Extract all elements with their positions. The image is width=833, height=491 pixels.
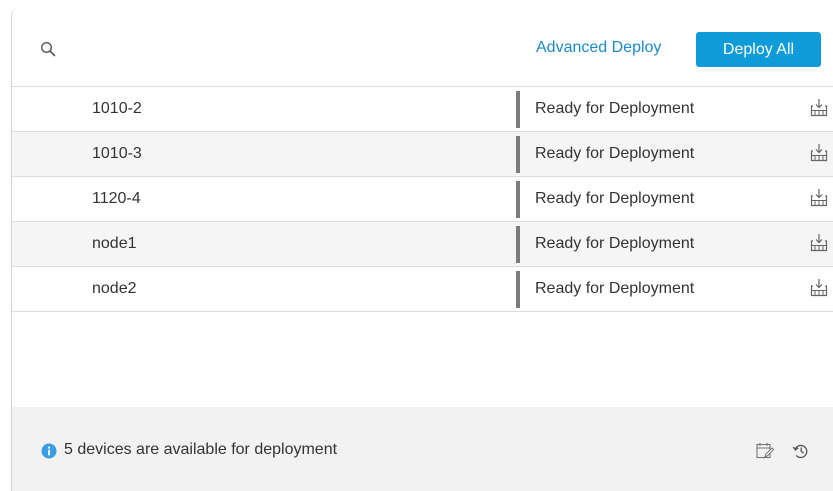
device-name: node2	[92, 280, 137, 297]
table-row[interactable]: 1010-2 Ready for Deployment	[12, 87, 833, 132]
table-row[interactable]: 1010-3 Ready for Deployment	[12, 132, 833, 177]
device-name: 1010-3	[92, 145, 142, 162]
device-name: 1120-4	[92, 190, 141, 207]
deploy-icon[interactable]	[809, 188, 829, 208]
status-divider	[516, 226, 520, 263]
status-divider	[516, 181, 520, 218]
history-icon[interactable]	[792, 442, 810, 460]
deploy-icon[interactable]	[809, 278, 829, 298]
info-icon	[41, 443, 57, 459]
status-footer: 5 devices are available for deployment	[12, 407, 833, 491]
device-table: 1010-2 Ready for Deployment 1010-3 Ready…	[12, 86, 833, 312]
status-divider	[516, 91, 520, 128]
deployment-status: Ready for Deployment	[535, 100, 695, 117]
status-divider	[516, 271, 520, 308]
deployment-status: Ready for Deployment	[535, 280, 695, 297]
deployment-status: Ready for Deployment	[535, 145, 695, 162]
deployment-panel: Advanced Deploy Deploy All 1010-2 Ready …	[11, 8, 833, 491]
search-icon[interactable]	[40, 41, 56, 57]
deployment-status: Ready for Deployment	[535, 235, 695, 252]
status-divider	[516, 136, 520, 173]
deployment-summary: 5 devices are available for deployment	[64, 441, 338, 458]
table-row[interactable]: node2 Ready for Deployment	[12, 267, 833, 312]
toolbar: Advanced Deploy Deploy All	[12, 8, 833, 86]
device-name: node1	[92, 235, 137, 252]
deployment-status: Ready for Deployment	[535, 190, 695, 207]
deploy-icon[interactable]	[809, 98, 829, 118]
deploy-icon[interactable]	[809, 233, 829, 253]
deploy-all-button[interactable]: Deploy All	[696, 32, 821, 67]
schedule-icon[interactable]	[755, 441, 775, 461]
advanced-deploy-link[interactable]: Advanced Deploy	[536, 39, 661, 57]
table-row[interactable]: node1 Ready for Deployment	[12, 222, 833, 267]
deploy-icon[interactable]	[809, 143, 829, 163]
table-row[interactable]: 1120-4 Ready for Deployment	[12, 177, 833, 222]
device-name: 1010-2	[92, 100, 142, 117]
